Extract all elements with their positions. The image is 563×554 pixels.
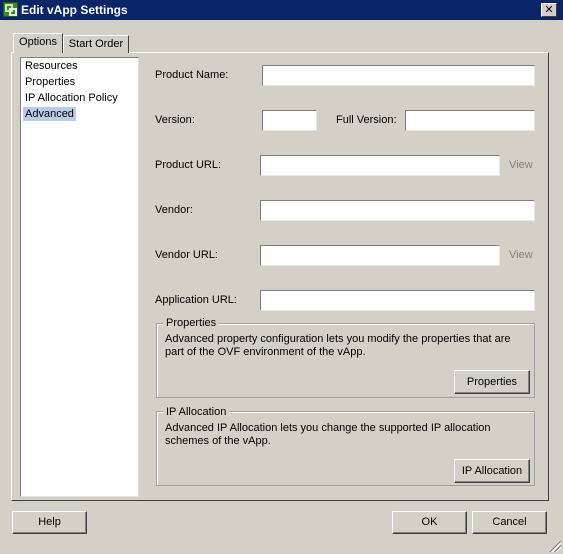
tab-start-order[interactable]: Start Order: [63, 35, 129, 53]
vendor-url-label: Vendor URL:: [155, 249, 218, 261]
product-name-label: Product Name:: [155, 69, 229, 81]
application-url-field[interactable]: [260, 290, 535, 311]
list-item-ip-allocation-policy[interactable]: IP Allocation Policy: [23, 91, 120, 105]
properties-description: Advanced property configuration lets you…: [165, 333, 511, 358]
product-name-field[interactable]: [262, 65, 535, 86]
vendor-label: Vendor:: [155, 204, 193, 216]
properties-button-label: Properties: [466, 376, 518, 388]
help-button[interactable]: Help: [12, 511, 87, 534]
properties-group-title: Properties: [163, 317, 220, 329]
tab-options-label: Options: [19, 36, 57, 48]
list-item-advanced[interactable]: Advanced: [23, 107, 76, 121]
application-url-label: Application URL:: [155, 294, 237, 306]
product-url-view-link[interactable]: View: [509, 159, 533, 171]
window-title: Edit vApp Settings: [21, 3, 128, 17]
version-field[interactable]: [262, 110, 317, 131]
title-bar[interactable]: Edit vApp Settings ✕: [0, 0, 563, 20]
ip-allocation-button-label: IP Allocation: [461, 465, 523, 477]
list-item-properties[interactable]: Properties: [23, 75, 77, 89]
vendor-field[interactable]: [260, 200, 535, 221]
version-label: Version:: [155, 114, 195, 126]
ip-allocation-group-title: IP Allocation: [163, 406, 230, 418]
resize-grip-icon[interactable]: [547, 538, 561, 552]
vendor-url-field[interactable]: [260, 245, 500, 266]
vendor-url-view-link[interactable]: View: [509, 249, 533, 261]
help-button-label: Help: [38, 516, 61, 528]
full-version-field[interactable]: [405, 110, 535, 131]
cancel-button-label: Cancel: [492, 516, 527, 528]
options-list[interactable]: Resources Properties IP Allocation Polic…: [20, 57, 139, 497]
product-url-field[interactable]: [260, 155, 500, 176]
tab-start-order-label: Start Order: [68, 38, 124, 50]
ok-button[interactable]: OK: [392, 511, 467, 534]
close-icon: ✕: [544, 4, 554, 16]
tab-options[interactable]: Options: [13, 33, 63, 53]
ok-button-label: OK: [421, 516, 438, 528]
cancel-button[interactable]: Cancel: [472, 511, 547, 534]
ip-allocation-description: Advanced IP Allocation lets you change t…: [165, 422, 491, 447]
properties-button[interactable]: Properties: [454, 370, 530, 394]
product-url-label: Product URL:: [155, 159, 222, 171]
vapp-icon: [3, 2, 18, 17]
list-item-resources[interactable]: Resources: [23, 59, 80, 73]
close-button[interactable]: ✕: [541, 3, 557, 17]
ip-allocation-button[interactable]: IP Allocation: [454, 459, 530, 483]
full-version-label: Full Version:: [336, 114, 397, 126]
